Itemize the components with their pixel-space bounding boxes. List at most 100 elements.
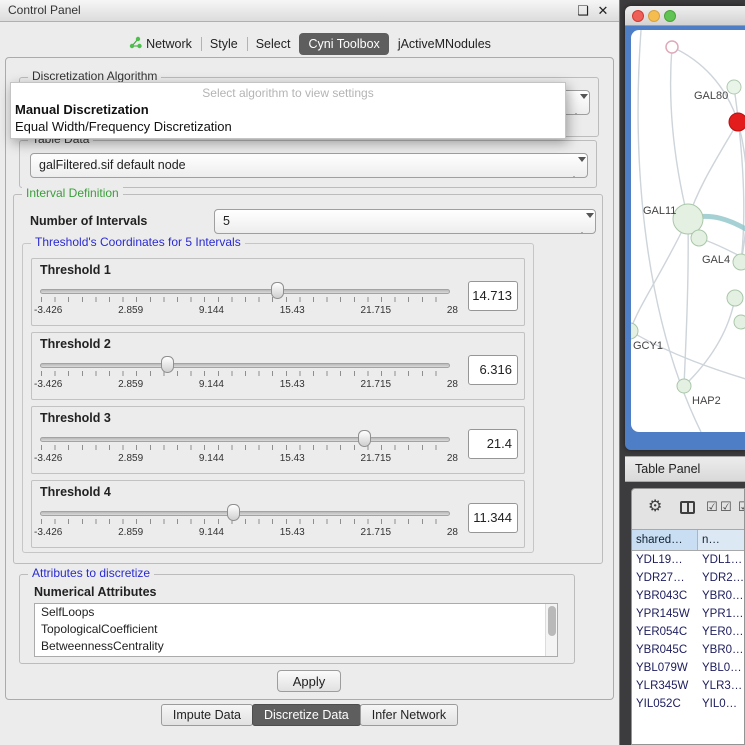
network-node[interactable] xyxy=(727,80,741,94)
network-node[interactable] xyxy=(631,323,638,339)
columns-icon[interactable] xyxy=(680,501,695,514)
checkbox-icon[interactable]: ☑ xyxy=(706,499,718,515)
table-row[interactable]: YPR145WYPR1… xyxy=(632,605,744,623)
network-node[interactable] xyxy=(734,315,745,329)
tab-style[interactable]: Style xyxy=(201,33,247,55)
cell[interactable]: YBR045C xyxy=(632,641,698,659)
table-row[interactable]: YBL079WYBL0… xyxy=(632,659,744,677)
cell[interactable]: YPR1… xyxy=(698,605,744,623)
network-node[interactable] xyxy=(677,379,691,393)
checkbox-icon[interactable]: ☑ xyxy=(720,499,732,515)
network-edge xyxy=(671,47,688,219)
cell[interactable]: YDL1… xyxy=(698,551,744,569)
network-node[interactable] xyxy=(673,204,703,234)
node-label: GAL4 xyxy=(702,254,730,266)
threshold-2-slider[interactable] xyxy=(40,355,450,379)
threshold-3-value-field[interactable]: 21.4 xyxy=(468,429,518,459)
cell[interactable]: YBR043C xyxy=(632,587,698,605)
table-row[interactable]: YBR045CYBR0… xyxy=(632,641,744,659)
control-panel-window: Control Panel ❑ ✕ Network Style Select C… xyxy=(0,0,620,745)
attributes-group-title: Attributes to discretize xyxy=(28,566,154,580)
cell[interactable]: YPR145W xyxy=(632,605,698,623)
gear-icon[interactable]: ⚙ xyxy=(648,497,662,517)
cell[interactable]: YBR0… xyxy=(698,641,744,659)
cell[interactable]: YER0… xyxy=(698,623,744,641)
slider-thumb[interactable] xyxy=(161,356,174,373)
table-row[interactable]: YER054CYER0… xyxy=(632,623,744,641)
tab-infer-network[interactable]: Infer Network xyxy=(360,704,458,726)
slider-track[interactable] xyxy=(40,511,450,516)
dropdown-placeholder: Select algorithm to view settings xyxy=(11,83,565,101)
scrollbar-thumb[interactable] xyxy=(548,606,556,636)
slider-thumb[interactable] xyxy=(227,504,240,521)
cell[interactable]: YDL19… xyxy=(632,551,698,569)
scale-label: -3.426 xyxy=(34,453,62,464)
threshold-1-slider[interactable] xyxy=(40,281,450,305)
table-row[interactable]: YDL19…YDL1… xyxy=(632,551,744,569)
slider-track[interactable] xyxy=(40,437,450,442)
network-node[interactable] xyxy=(666,41,678,53)
number-of-intervals-combo[interactable]: 5 xyxy=(214,209,596,234)
dropdown-option-equal-width-frequency[interactable]: Equal Width/Frequency Discretization xyxy=(11,118,565,135)
minimize-traffic-light[interactable] xyxy=(648,10,660,22)
network-node-red[interactable] xyxy=(729,113,745,131)
numerical-attributes-list[interactable]: SelfLoops TopologicalCoefficient Between… xyxy=(34,603,558,657)
slider-track[interactable] xyxy=(40,289,450,294)
table-data-combo[interactable]: galFiltered.sif default node xyxy=(30,153,588,178)
attributes-list-scrollbar[interactable] xyxy=(545,604,557,656)
column-header-shared-name[interactable]: shared… xyxy=(632,530,698,550)
network-node[interactable] xyxy=(733,254,745,270)
network-node[interactable] xyxy=(727,290,743,306)
table-panel-title: Table Panel xyxy=(635,462,700,476)
threshold-4-slider[interactable] xyxy=(40,503,450,527)
table-row[interactable]: YDR27…YDR2… xyxy=(632,569,744,587)
table-row[interactable]: YLR345WYLR3… xyxy=(632,677,744,695)
threshold-1-value-field[interactable]: 14.713 xyxy=(468,281,518,311)
cell[interactable]: YDR2… xyxy=(698,569,744,587)
slider-track[interactable] xyxy=(40,363,450,368)
attributes-group: Attributes to discretize Numerical Attri… xyxy=(19,574,575,664)
checkbox-icon[interactable]: ☑ xyxy=(738,499,744,515)
slider-thumb[interactable] xyxy=(358,430,371,447)
slider-thumb[interactable] xyxy=(271,282,284,299)
network-node[interactable] xyxy=(691,230,707,246)
slider-scale: -3.426 2.859 9.144 15.43 21.715 28 xyxy=(34,305,458,316)
close-window-icon[interactable]: ✕ xyxy=(595,0,611,22)
close-traffic-light[interactable] xyxy=(632,10,644,22)
network-edge xyxy=(684,219,688,386)
network-view-window: GAL80 GAL11 GAL4 GCY1 HAP2 xyxy=(625,6,745,450)
cell[interactable]: YBR0… xyxy=(698,587,744,605)
tab-jactivemnodules[interactable]: jActiveMNodules xyxy=(389,33,500,55)
cell[interactable]: YER054C xyxy=(632,623,698,641)
threshold-3-slider[interactable] xyxy=(40,429,450,453)
tab-cyni-toolbox[interactable]: Cyni Toolbox xyxy=(299,33,388,55)
cell[interactable]: YLR345W xyxy=(632,677,698,695)
tab-select[interactable]: Select xyxy=(247,33,300,55)
table-row[interactable]: YBR043CYBR0… xyxy=(632,587,744,605)
cell[interactable]: YLR3… xyxy=(698,677,744,695)
list-item[interactable]: SelfLoops xyxy=(35,604,557,621)
threshold-4-value-field[interactable]: 11.344 xyxy=(468,503,518,533)
list-item[interactable]: TopologicalCoefficient xyxy=(35,621,557,638)
cell[interactable]: YIL0… xyxy=(698,695,744,713)
tab-impute-data[interactable]: Impute Data xyxy=(161,704,253,726)
cell[interactable]: YBL0… xyxy=(698,659,744,677)
network-canvas[interactable]: GAL80 GAL11 GAL4 GCY1 HAP2 xyxy=(631,30,745,432)
cell[interactable]: YBL079W xyxy=(632,659,698,677)
cell[interactable]: YIL052C xyxy=(632,695,698,713)
tab-network[interactable]: Network xyxy=(120,33,201,55)
list-item[interactable]: BetweennessCentrality xyxy=(35,638,557,655)
column-header-name[interactable]: n… xyxy=(698,530,744,550)
tab-discretize-data[interactable]: Discretize Data xyxy=(252,704,361,726)
dropdown-option-manual-discretization[interactable]: Manual Discretization xyxy=(11,101,565,118)
table-row[interactable]: YIL052CYIL0… xyxy=(632,695,744,713)
slider-ticks xyxy=(41,445,449,450)
zoom-traffic-light[interactable] xyxy=(664,10,676,22)
apply-button[interactable]: Apply xyxy=(277,670,341,692)
float-window-icon[interactable]: ❑ xyxy=(575,0,591,22)
threshold-2-value-field[interactable]: 6.316 xyxy=(468,355,518,385)
window-title: Control Panel xyxy=(8,3,81,17)
cell[interactable]: YDR27… xyxy=(632,569,698,587)
threshold-label: Threshold 4 xyxy=(40,485,111,499)
network-icon xyxy=(129,36,142,52)
